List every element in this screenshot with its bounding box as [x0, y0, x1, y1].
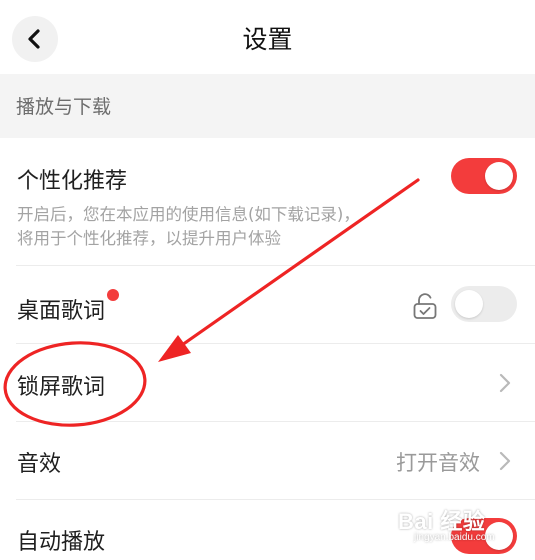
row-title: 音效 — [17, 452, 62, 477]
header-bar: 设置 — [0, 0, 535, 74]
row-title: 自动播放 — [17, 530, 106, 555]
section-title: 播放与下载 — [16, 96, 112, 118]
back-button[interactable] — [12, 16, 58, 62]
setting-row-lock-screen-lyrics[interactable]: 锁屏歌词 — [0, 344, 535, 422]
chevron-right-icon — [499, 451, 511, 471]
setting-row-personalized-recommendation: 个性化推荐 开启后，您在本应用的使用信息(如下载记录)， 将用于个性化推荐，以提… — [0, 138, 535, 266]
sound-effect-value: 打开音效 — [396, 451, 480, 475]
row-title: 锁屏歌词 — [17, 375, 106, 400]
toggle-knob — [485, 162, 513, 190]
chevron-right-icon — [499, 373, 511, 393]
unlock-icon[interactable] — [412, 292, 438, 320]
personalized-recommendation-toggle[interactable] — [451, 158, 517, 194]
row-description-line2: 将用于个性化推荐，以提升用户体验 — [17, 229, 281, 248]
baidu-jingyan-watermark: Bai 经验 jingyan.baidu.com — [384, 500, 534, 552]
new-badge-dot — [107, 289, 119, 301]
desktop-lyrics-toggle[interactable] — [451, 286, 517, 322]
setting-row-sound-effect[interactable]: 音效 打开音效 — [0, 422, 535, 500]
watermark-sub: jingyan.baidu.com — [414, 532, 495, 543]
page-title: 设置 — [242, 25, 293, 54]
section-header-playback-download: 播放与下载 — [0, 74, 535, 138]
toggle-knob — [455, 290, 483, 318]
row-title: 个性化推荐 — [17, 169, 128, 194]
setting-row-desktop-lyrics: 桌面歌词 — [0, 266, 535, 344]
row-title: 桌面歌词 — [17, 299, 106, 324]
chevron-left-icon — [28, 29, 40, 49]
row-description-line1: 开启后，您在本应用的使用信息(如下载记录)， — [17, 205, 360, 224]
